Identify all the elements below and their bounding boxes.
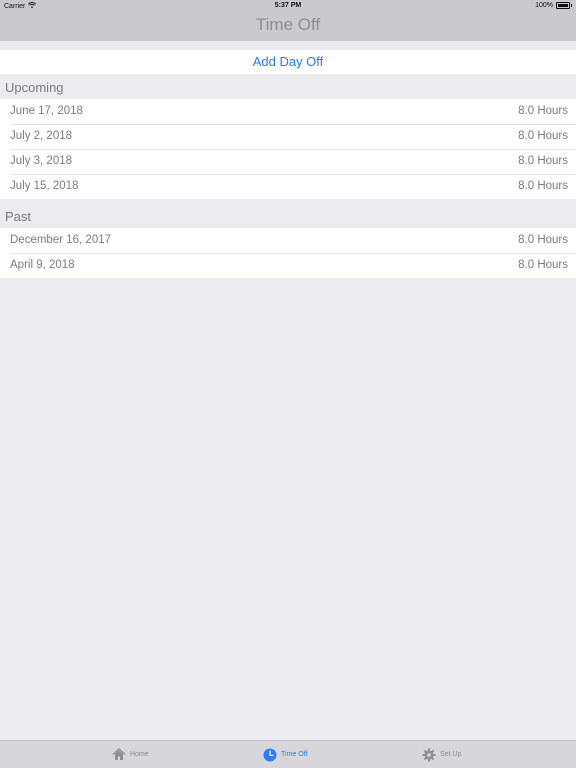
row-hours: 8.0 Hours bbox=[518, 259, 568, 271]
section-header-upcoming: Upcoming bbox=[5, 80, 64, 95]
tab-label-home: Home bbox=[130, 751, 149, 758]
battery-indicator: 100% bbox=[535, 2, 572, 9]
row-hours: 8.0 Hours bbox=[518, 130, 568, 142]
past-list: December 16, 2017 8.0 Hours April 9, 201… bbox=[0, 228, 576, 278]
row-date: June 17, 2018 bbox=[10, 105, 83, 117]
add-day-off-button[interactable]: Add Day Off bbox=[0, 50, 576, 74]
battery-icon bbox=[556, 2, 572, 9]
gear-icon bbox=[422, 748, 436, 762]
tab-home[interactable]: Home bbox=[112, 741, 149, 768]
row-date: July 15, 2018 bbox=[10, 180, 79, 192]
upcoming-list: June 17, 2018 8.0 Hours July 2, 2018 8.0… bbox=[0, 99, 576, 199]
status-bar: Carrier 5:37 PM 100% bbox=[0, 0, 576, 12]
page-title: Time Off bbox=[255, 15, 321, 34]
tab-label-set-up: Set Up bbox=[440, 751, 462, 758]
navigation-bar: Time Off bbox=[0, 12, 576, 41]
list-item[interactable]: April 9, 2018 8.0 Hours bbox=[0, 253, 576, 278]
list-item[interactable]: July 3, 2018 8.0 Hours bbox=[0, 149, 576, 174]
row-date: December 16, 2017 bbox=[10, 234, 112, 246]
row-hours: 8.0 Hours bbox=[518, 105, 568, 117]
battery-percent: 100% bbox=[535, 2, 553, 9]
tab-label-time-off: Time Off bbox=[281, 751, 308, 758]
tab-bar: Home Time Off Set Up bbox=[0, 740, 576, 768]
house-icon bbox=[112, 748, 126, 761]
row-date: April 9, 2018 bbox=[10, 259, 75, 271]
list-item[interactable]: July 2, 2018 8.0 Hours bbox=[0, 124, 576, 149]
row-date: July 2, 2018 bbox=[10, 130, 73, 142]
list-item[interactable]: July 15, 2018 8.0 Hours bbox=[0, 174, 576, 199]
row-hours: 8.0 Hours bbox=[518, 234, 568, 246]
tab-set-up[interactable]: Set Up bbox=[422, 741, 461, 768]
clock-icon bbox=[263, 748, 277, 762]
section-header-past: Past bbox=[5, 209, 32, 224]
status-time: 5:37 PM bbox=[274, 2, 302, 9]
tab-time-off[interactable]: Time Off bbox=[263, 741, 307, 768]
row-hours: 8.0 Hours bbox=[518, 180, 568, 192]
row-hours: 8.0 Hours bbox=[518, 155, 568, 167]
row-date: July 3, 2018 bbox=[10, 155, 73, 167]
list-item[interactable]: December 16, 2017 8.0 Hours bbox=[0, 228, 576, 253]
list-item[interactable]: June 17, 2018 8.0 Hours bbox=[0, 99, 576, 124]
